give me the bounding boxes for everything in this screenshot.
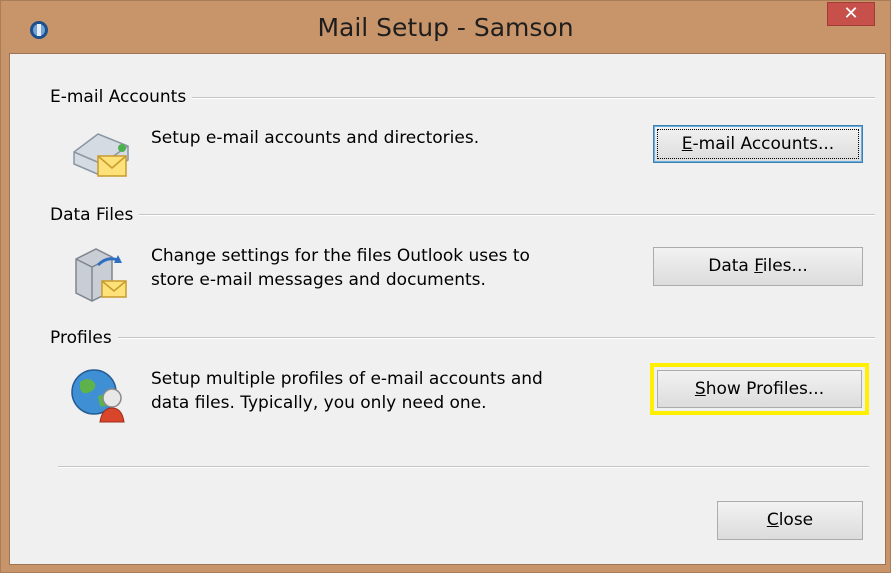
email-accounts-icon [73,133,129,177]
show-profiles-button-label: Show Profiles... [694,379,825,399]
close-button-label: Close [766,510,814,530]
close-button[interactable]: Close [717,501,863,540]
data-files-description-line1: Change settings for the files Outlook us… [151,246,530,266]
data-files-group-line [50,214,875,216]
dialog-client-area: E-mail Accounts Setup e-mail accounts an… [9,53,886,565]
data-files-button[interactable]: Data Files... [653,247,863,286]
window-close-button[interactable]: ✕ [827,2,875,26]
close-icon: ✕ [843,3,859,24]
focus-rectangle [657,129,859,159]
email-accounts-button[interactable]: E-mail Accounts... [653,125,863,163]
profiles-group-line [50,337,875,339]
window-title: Mail Setup - Samson [317,13,574,42]
profiles-description-line2: data files. Typically, you only need one… [151,393,487,413]
mail-setup-window: Mail Setup - Samson ✕ E-mail Accounts Se… [0,0,891,573]
data-files-heading: Data Files [50,205,140,225]
footer-separator [58,466,869,468]
data-files-icon [75,248,127,302]
data-files-description-line2: store e-mail messages and documents. [151,270,486,290]
email-accounts-heading: E-mail Accounts [50,87,193,107]
show-profiles-button[interactable]: Show Profiles... [657,370,862,408]
profiles-heading: Profiles [50,328,118,348]
profiles-globe-icon [71,369,125,423]
email-accounts-description: Setup e-mail accounts and directories. [151,128,480,148]
data-files-button-label: Data Files... [708,256,808,276]
title-bar[interactable]: Mail Setup - Samson ✕ [1,1,890,53]
profiles-description-line1: Setup multiple profiles of e-mail accoun… [151,369,543,389]
